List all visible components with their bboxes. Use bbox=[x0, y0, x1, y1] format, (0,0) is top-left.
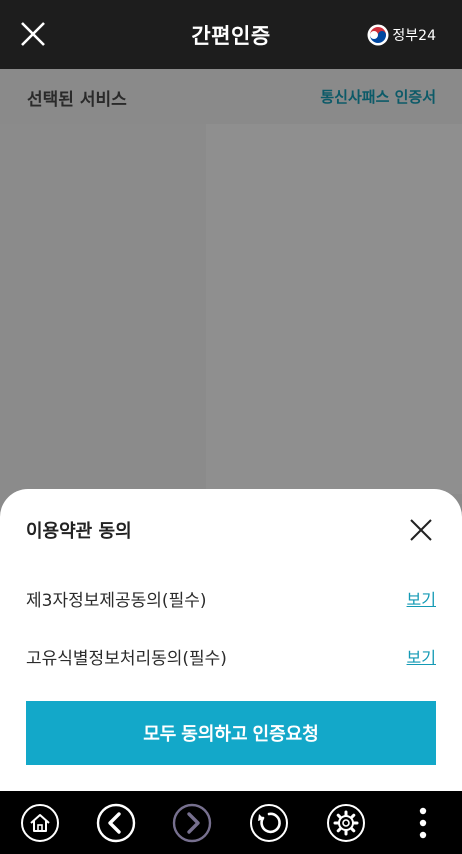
sheet-close-icon[interactable] bbox=[410, 519, 432, 541]
dimmed-background bbox=[0, 124, 462, 524]
top-app-bar: 간편인증 정부24 bbox=[0, 0, 462, 69]
refresh-icon[interactable] bbox=[249, 803, 289, 843]
settings-icon[interactable] bbox=[326, 803, 366, 843]
terms-item-label: 제3자정보제공동의(필수) bbox=[26, 591, 207, 611]
gov24-label: 정부24 bbox=[392, 28, 436, 44]
selected-service-label: 선택된 서비스 bbox=[27, 90, 127, 110]
gov24-logo: 정부24 bbox=[367, 24, 436, 46]
agree-all-and-request-button[interactable]: 모두 동의하고 인증요청 bbox=[26, 701, 436, 765]
terms-item-label: 고유식별정보처리동의(필수) bbox=[26, 649, 227, 669]
terms-sheet-title: 이용약관 동의 bbox=[26, 521, 132, 542]
selected-service-name: 통신사패스 인증서 bbox=[320, 88, 436, 106]
dimmed-panel bbox=[206, 124, 462, 494]
browser-toolbar bbox=[0, 791, 462, 854]
back-icon[interactable] bbox=[96, 803, 136, 843]
terms-view-link[interactable]: 보기 bbox=[407, 644, 436, 668]
selected-service-bar: 선택된 서비스 통신사패스 인증서 bbox=[0, 69, 462, 124]
terms-bottom-sheet: 이용약관 동의 제3자정보제공동의(필수) 보기 고유식별정보처리동의(필수) … bbox=[0, 489, 462, 791]
forward-icon[interactable] bbox=[172, 803, 212, 843]
more-icon[interactable] bbox=[403, 803, 443, 843]
home-icon[interactable] bbox=[20, 803, 60, 843]
taegeuk-icon bbox=[367, 24, 389, 46]
terms-view-link[interactable]: 보기 bbox=[407, 586, 436, 610]
terms-item-unique-id: 고유식별정보처리동의(필수) 보기 bbox=[26, 644, 436, 670]
terms-item-third-party: 제3자정보제공동의(필수) 보기 bbox=[26, 586, 436, 612]
